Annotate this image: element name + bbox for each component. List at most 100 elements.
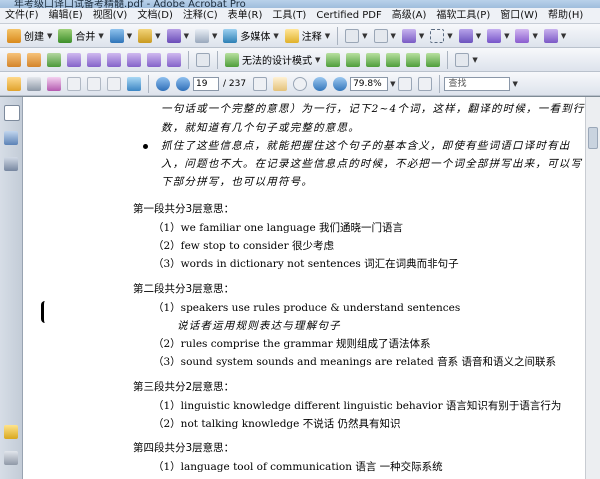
- tool-btn-12[interactable]: [363, 50, 383, 70]
- tool-btn-2[interactable]: [24, 50, 44, 70]
- menu-file[interactable]: 文件(F): [0, 8, 44, 23]
- options-button[interactable]: ▼: [452, 50, 480, 70]
- secure-button[interactable]: ▼: [135, 26, 163, 46]
- open-button[interactable]: [4, 74, 24, 94]
- section-heading: 第四段共分3层意思：: [133, 442, 235, 454]
- fit-width-button[interactable]: [415, 74, 435, 94]
- comment-button[interactable]: 注释 ▼: [282, 26, 333, 46]
- tool-btn-5[interactable]: [84, 50, 104, 70]
- fit-width-icon: [418, 76, 433, 91]
- marquee-icon: [430, 28, 445, 43]
- tool-btn-3[interactable]: [44, 50, 64, 70]
- green-tool-icon: [326, 52, 341, 67]
- next-page-button[interactable]: [173, 74, 193, 94]
- menu-comments[interactable]: 注释(C): [178, 8, 223, 23]
- tool-btn-15[interactable]: [423, 50, 443, 70]
- menu-plugin-tools[interactable]: 福软工具(P): [431, 8, 495, 23]
- tool-btn-6[interactable]: [104, 50, 124, 70]
- chevron-down-icon: ▼: [183, 31, 189, 40]
- select-button[interactable]: [250, 74, 270, 94]
- page-number-input[interactable]: 19: [193, 76, 219, 91]
- menu-document[interactable]: 文档(D): [132, 8, 178, 23]
- sign-button[interactable]: ▼: [164, 26, 192, 46]
- link-icon: [458, 28, 473, 43]
- pages-panel-icon[interactable]: [4, 105, 20, 121]
- stamp-button[interactable]: ▼: [512, 26, 540, 46]
- menu-tools[interactable]: 工具(T): [267, 8, 311, 23]
- hand-icon: [273, 76, 288, 91]
- hand-tool-button[interactable]: [270, 74, 290, 94]
- printer-icon: [27, 76, 41, 91]
- list-item: （2）few stop to consider 很少考虑: [153, 240, 334, 252]
- create-button[interactable]: 创建 ▼: [4, 26, 55, 46]
- collaborate-button[interactable]: ▼: [107, 26, 135, 46]
- tool-btn-19[interactable]: [124, 74, 144, 94]
- menu-certified-pdf[interactable]: Certified PDF: [311, 8, 386, 23]
- cursor-icon: [401, 28, 416, 43]
- document-icon: [47, 52, 61, 67]
- email-button[interactable]: [44, 74, 64, 94]
- doc-line: 一句话或一个完整的意思）为一行，记下2~4个词，这样，翻译的时候，一看到行: [161, 103, 585, 115]
- combine-button[interactable]: 合并 ▼: [55, 26, 106, 46]
- menu-help[interactable]: 帮助(H): [543, 8, 588, 23]
- tool-btn-17[interactable]: [84, 74, 104, 94]
- document-icon: [127, 52, 141, 67]
- menu-advanced[interactable]: 高级(A): [387, 8, 432, 23]
- list-item: （3）words in dictionary not sentences 词汇在…: [153, 258, 459, 270]
- document-icon: [107, 52, 121, 67]
- zoom-tool-button[interactable]: [290, 74, 310, 94]
- tool-btn-11[interactable]: [343, 50, 363, 70]
- scrollbar-thumb[interactable]: [588, 127, 598, 149]
- filter-button[interactable]: [193, 50, 213, 70]
- list-item: （1）speakers use rules produce & understa…: [153, 302, 461, 314]
- document-viewer[interactable]: 一句话或一个完整的意思）为一行，记下2~4个词，这样，翻译的时候，一看到行 数，…: [23, 97, 600, 479]
- fit-page-icon: [398, 76, 413, 91]
- tool-btn-10[interactable]: [323, 50, 343, 70]
- menu-edit[interactable]: 编辑(E): [44, 8, 88, 23]
- signatures-panel-icon[interactable]: [4, 157, 18, 171]
- forms-button[interactable]: ▼: [192, 26, 220, 46]
- print-button[interactable]: [24, 74, 44, 94]
- rotate-button[interactable]: ▼: [371, 26, 399, 46]
- chevron-down-icon: ▼: [324, 31, 331, 40]
- tool-btn-4[interactable]: [64, 50, 84, 70]
- design-mode-button[interactable]: 无法的设计模式 ▼: [222, 50, 323, 70]
- menu-view[interactable]: 视图(V): [88, 8, 133, 23]
- tool-btn-13[interactable]: [383, 50, 403, 70]
- multimedia-button[interactable]: 多媒体 ▼: [220, 26, 281, 46]
- find-input[interactable]: 查找: [444, 76, 511, 91]
- tool-btn-14[interactable]: [403, 50, 423, 70]
- select-tool-button[interactable]: ▼: [399, 26, 427, 46]
- vertical-scrollbar[interactable]: [585, 97, 600, 479]
- chevron-down-icon: ▼: [211, 31, 218, 40]
- pages-button[interactable]: ▼: [342, 26, 370, 46]
- tool-btn-8[interactable]: [144, 50, 164, 70]
- tool-btn-1[interactable]: [4, 50, 24, 70]
- zoom-out-button[interactable]: [310, 74, 330, 94]
- text-tool-button[interactable]: ▼: [484, 26, 512, 46]
- bookmarks-panel-icon[interactable]: [4, 131, 18, 145]
- tool-btn-18[interactable]: [104, 74, 124, 94]
- zoom-input[interactable]: 79.8%: [350, 76, 389, 91]
- previous-page-button[interactable]: [153, 74, 173, 94]
- toolbar-separator: [337, 26, 339, 45]
- list-item: （1）we familiar one language 我们通晓一门语言: [153, 222, 404, 234]
- chevron-down-icon: ▼: [315, 55, 321, 64]
- menu-forms[interactable]: 表单(R): [223, 8, 268, 23]
- document-icon: [87, 52, 101, 67]
- marquee-button[interactable]: ▼: [427, 26, 455, 46]
- tool-btn-16[interactable]: [64, 74, 84, 94]
- tool-btn-9[interactable]: [164, 50, 184, 70]
- fit-page-button[interactable]: [395, 74, 415, 94]
- extra-button[interactable]: ▼: [541, 26, 569, 46]
- tool-btn-7[interactable]: [124, 50, 144, 70]
- attachments-panel-icon[interactable]: [4, 451, 18, 465]
- cursor-icon: [253, 76, 268, 91]
- comments-panel-icon[interactable]: [4, 425, 18, 439]
- menu-window[interactable]: 窗口(W): [495, 8, 543, 23]
- zoom-in-button[interactable]: [330, 74, 350, 94]
- stamp-icon: [515, 28, 530, 43]
- link-tool-button[interactable]: ▼: [456, 26, 484, 46]
- folder-icon: [7, 76, 21, 91]
- chevron-down-icon[interactable]: ▼: [512, 80, 517, 88]
